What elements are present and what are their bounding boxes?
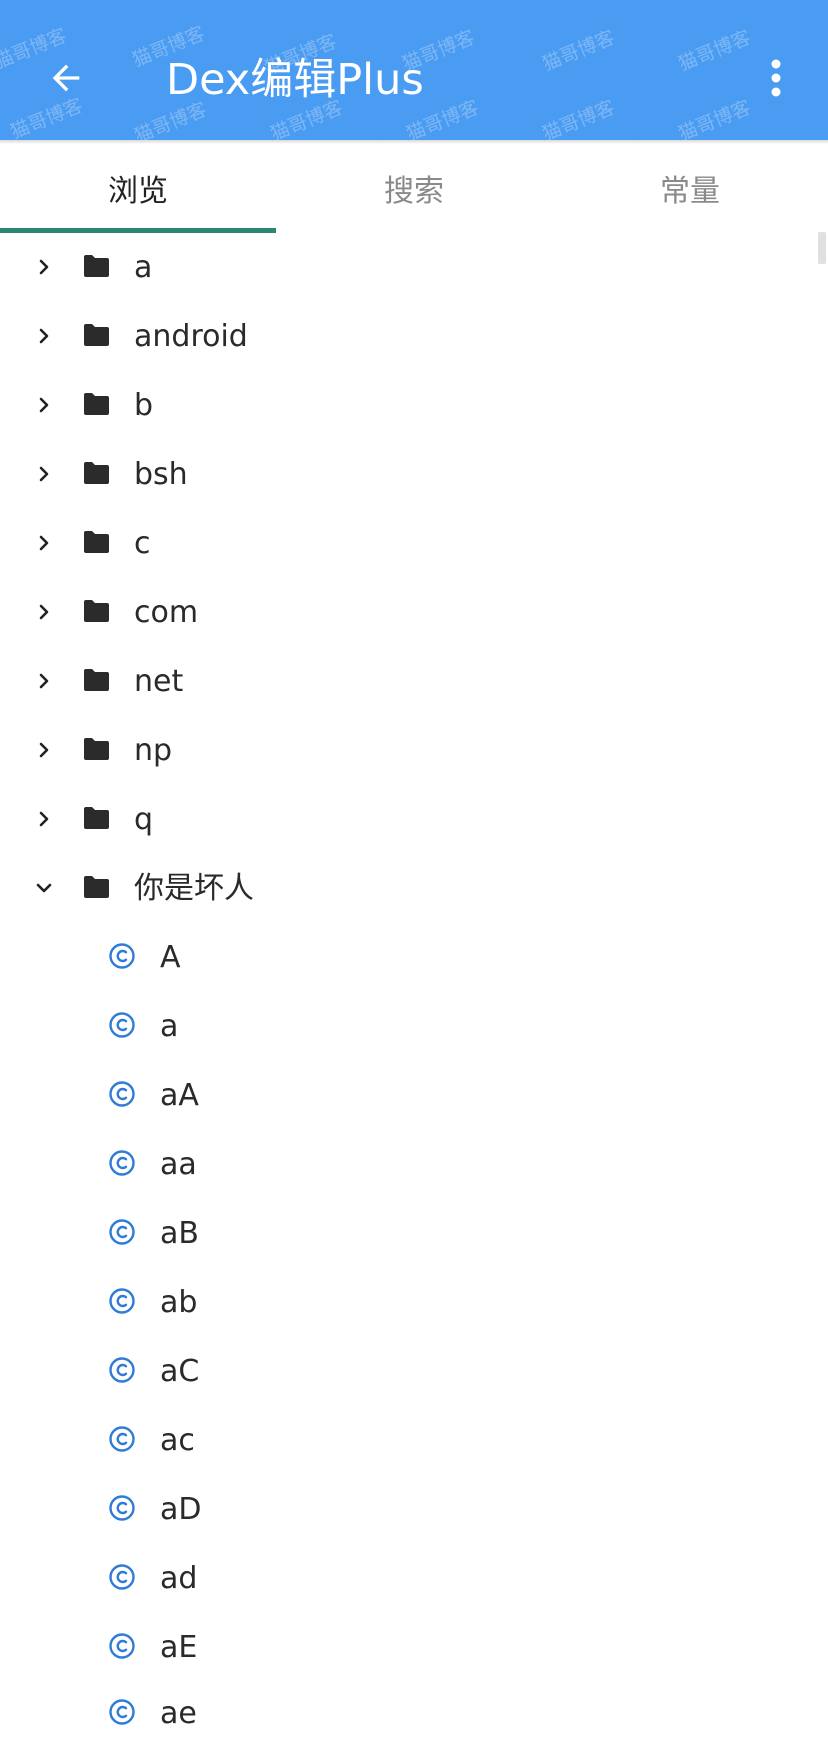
tree-class-label: a bbox=[160, 1009, 179, 1044]
back-button[interactable] bbox=[38, 50, 94, 106]
class-icon bbox=[109, 943, 135, 969]
tree-package-label: c bbox=[134, 526, 151, 561]
tab-search[interactable]: 搜索 bbox=[276, 144, 552, 232]
tree-class-row[interactable]: ac bbox=[0, 1408, 810, 1477]
arrow-left-icon bbox=[52, 64, 80, 92]
tree-class-label: aE bbox=[160, 1630, 198, 1665]
folder-icon bbox=[84, 393, 109, 415]
tab-browse[interactable]: 浏览 bbox=[0, 144, 276, 232]
folder-icon bbox=[84, 876, 109, 898]
chevron-right-icon bbox=[39, 673, 49, 689]
class-icon bbox=[109, 1081, 135, 1107]
tree-package-row[interactable]: b bbox=[0, 373, 810, 442]
app-bar: 猫哥博客 猫哥博客 猫哥博客 猫哥博客 猫哥博客 猫哥博客 猫哥博客 猫哥博客 … bbox=[0, 0, 828, 140]
chevron-right-icon bbox=[39, 604, 49, 620]
folder-icon bbox=[84, 600, 109, 622]
tree-class-row[interactable]: ab bbox=[0, 1270, 810, 1339]
chevron-right-icon bbox=[39, 535, 49, 551]
chevron-down-icon bbox=[36, 883, 52, 893]
tree-class-label: aD bbox=[160, 1492, 202, 1527]
folder-icon bbox=[84, 462, 109, 484]
tree-package-label: np bbox=[134, 733, 173, 768]
tree-class-row[interactable]: aB bbox=[0, 1201, 810, 1270]
tree-class-label: aA bbox=[160, 1078, 199, 1113]
tree-class-label: aC bbox=[160, 1354, 200, 1389]
watermark: 猫哥博客 bbox=[539, 26, 618, 76]
tree-package-row[interactable]: bsh bbox=[0, 442, 810, 511]
scrollbar-thumb[interactable] bbox=[818, 232, 826, 264]
tree-package-label: bsh bbox=[134, 457, 188, 492]
tree-package-row[interactable]: q bbox=[0, 787, 810, 856]
tree-package-row[interactable]: c bbox=[0, 511, 810, 580]
chevron-right-icon bbox=[39, 811, 49, 827]
chevron-right-icon bbox=[39, 466, 49, 482]
tree-package-row[interactable]: android bbox=[0, 304, 810, 373]
class-icon bbox=[109, 1357, 135, 1383]
tree-package-label: net bbox=[134, 664, 184, 699]
tab-bar: 浏览 搜索 常量 bbox=[0, 144, 828, 232]
tree-class-row[interactable]: aa bbox=[0, 1132, 810, 1201]
class-icon bbox=[109, 1699, 135, 1725]
tree-package-row[interactable]: net bbox=[0, 649, 810, 718]
class-icon bbox=[109, 1012, 135, 1038]
tree-class-row[interactable]: A bbox=[0, 925, 810, 994]
folder-icon bbox=[84, 324, 109, 346]
tree-class-label: A bbox=[160, 940, 181, 975]
tree-class-row[interactable]: a bbox=[0, 994, 810, 1063]
tree-package-row[interactable]: com bbox=[0, 580, 810, 649]
tree-package-label: android bbox=[134, 319, 248, 354]
tree-class-label: ab bbox=[160, 1285, 198, 1320]
watermark: 猫哥博客 bbox=[675, 26, 754, 76]
folder-icon bbox=[84, 807, 109, 829]
folder-icon bbox=[84, 738, 109, 760]
tree-package-label: 你是坏人 bbox=[134, 871, 254, 906]
app-title: Dex编辑Plus bbox=[166, 55, 424, 105]
folder-icon bbox=[84, 255, 109, 277]
watermark: 猫哥博客 bbox=[539, 96, 618, 140]
folder-icon bbox=[84, 669, 109, 691]
class-icon bbox=[109, 1426, 135, 1452]
tree-class-row[interactable]: aE bbox=[0, 1615, 810, 1684]
more-vert-icon bbox=[771, 59, 781, 97]
class-icon bbox=[109, 1633, 135, 1659]
chevron-right-icon bbox=[39, 328, 49, 344]
tab-indicator bbox=[0, 228, 276, 233]
watermark: 猫哥博客 bbox=[675, 96, 754, 140]
tree-class-label: ae bbox=[160, 1696, 197, 1731]
tree-package-label: a bbox=[134, 250, 153, 285]
tree-class-row[interactable]: ad bbox=[0, 1546, 810, 1615]
tree-class-row[interactable]: aC bbox=[0, 1339, 810, 1408]
tree-package-row-expanded[interactable]: 你是坏人 bbox=[0, 856, 810, 925]
chevron-right-icon bbox=[39, 259, 49, 275]
tree-class-row[interactable]: ae bbox=[0, 1681, 810, 1750]
tree-package-row[interactable]: np bbox=[0, 718, 810, 787]
tree-class-label: ad bbox=[160, 1561, 198, 1596]
class-icon bbox=[109, 1219, 135, 1245]
tab-constants[interactable]: 常量 bbox=[552, 144, 828, 232]
tree-class-label: aB bbox=[160, 1216, 199, 1251]
chevron-right-icon bbox=[39, 742, 49, 758]
class-icon bbox=[109, 1288, 135, 1314]
chevron-right-icon bbox=[39, 397, 49, 413]
tree-class-label: aa bbox=[160, 1147, 197, 1182]
tree-package-label: com bbox=[134, 595, 199, 630]
class-icon bbox=[109, 1564, 135, 1590]
more-options-button[interactable] bbox=[756, 50, 796, 106]
tree-class-row[interactable]: aD bbox=[0, 1477, 810, 1546]
class-icon bbox=[109, 1495, 135, 1521]
tree-class-row[interactable]: aA bbox=[0, 1063, 810, 1132]
tree-package-row[interactable]: a bbox=[0, 235, 810, 304]
tree-package-label: q bbox=[134, 802, 154, 837]
folder-icon bbox=[84, 531, 109, 553]
tree-package-label: b bbox=[134, 388, 154, 423]
tree-class-label: ac bbox=[160, 1423, 195, 1458]
class-icon bbox=[109, 1150, 135, 1176]
